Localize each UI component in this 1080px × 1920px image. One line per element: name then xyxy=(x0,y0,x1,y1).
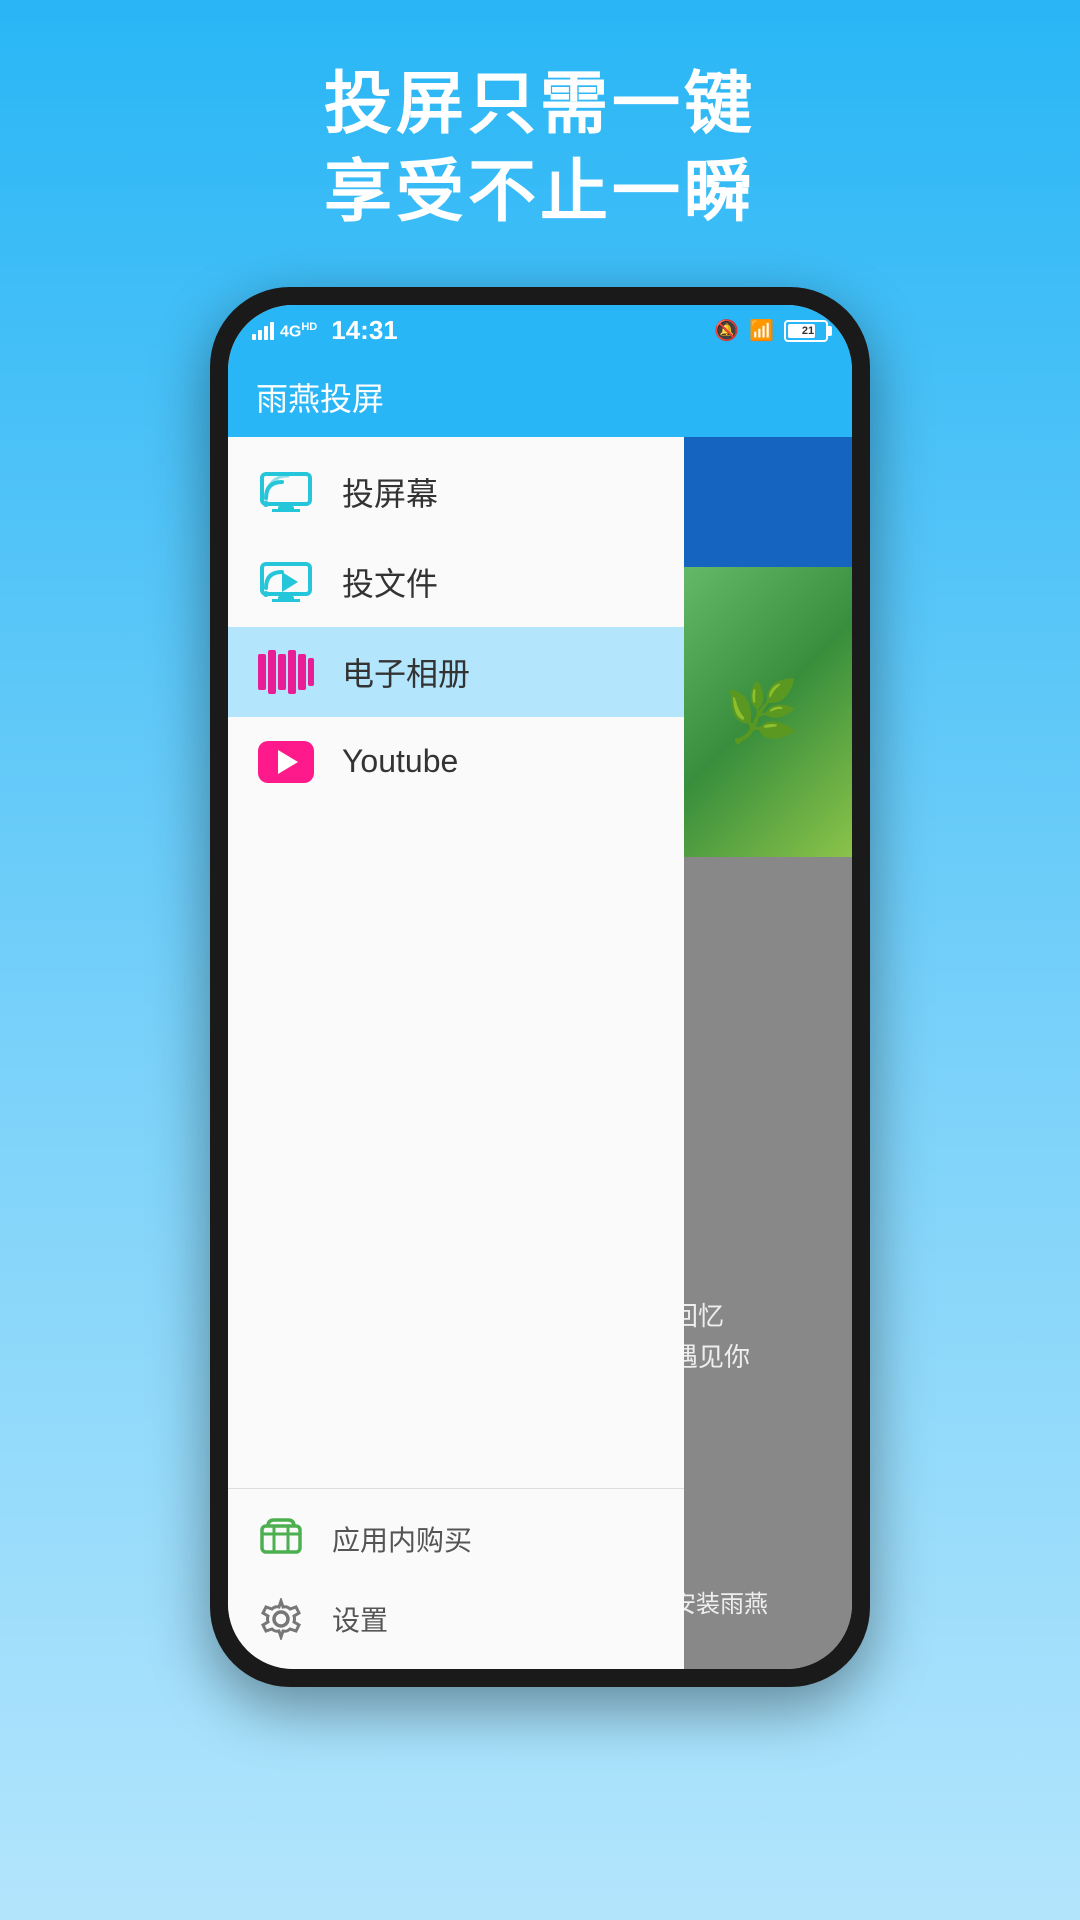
nav-drawer: 投屏幕 xyxy=(228,437,684,1669)
status-right: 🔕 📶 21 xyxy=(714,318,828,343)
bottom-label-purchase: 应用内购买 xyxy=(332,1519,472,1559)
status-left: 4GHD 14:31 xyxy=(252,315,398,346)
phone-screen: 4GHD 14:31 🔕 📶 21 雨燕投屏 xyxy=(228,305,852,1669)
menu-label-cast-file: 投文件 xyxy=(342,559,438,605)
bottom-label-settings: 设置 xyxy=(332,1599,388,1639)
status-bar: 4GHD 14:31 🔕 📶 21 xyxy=(228,305,852,357)
bell-icon: 🔕 xyxy=(714,318,739,343)
photo-album-icon xyxy=(258,644,314,700)
battery-indicator: 21 xyxy=(784,320,828,342)
drawer-bottom: 应用内购买 设置 xyxy=(228,1488,684,1669)
main-content: 🌿 回忆 遇见你 安装雨燕 xyxy=(684,437,852,1669)
menu-item-cast-screen[interactable]: 投屏幕 xyxy=(228,447,684,537)
cast-screen-icon xyxy=(258,464,314,520)
cart-icon xyxy=(258,1516,304,1562)
app-bar: 雨燕投屏 xyxy=(228,357,852,437)
bottom-item-purchase[interactable]: 应用内购买 xyxy=(228,1499,684,1579)
youtube-icon xyxy=(258,734,314,790)
install-text: 安装雨燕 xyxy=(684,1591,768,1618)
promo-line1: 投屏只需一键 xyxy=(324,60,756,148)
menu-item-photo-album[interactable]: 电子相册 xyxy=(228,627,684,717)
network-type: 4GHD xyxy=(280,321,317,341)
screen-content: 投屏幕 xyxy=(228,437,852,1669)
photo-card-image: 🌿 xyxy=(684,567,852,857)
menu-label-cast-screen: 投屏幕 xyxy=(342,469,438,515)
text-overlay: 回忆 遇见你 xyxy=(684,1286,852,1389)
app-title: 雨燕投屏 xyxy=(256,374,384,420)
gear-icon xyxy=(258,1596,304,1642)
bottom-item-settings[interactable]: 设置 xyxy=(228,1579,684,1659)
overlay-text2: 遇见你 xyxy=(684,1337,842,1379)
overlay-text1: 回忆 xyxy=(684,1296,842,1338)
menu-label-youtube: Youtube xyxy=(342,743,458,780)
install-banner: 安装雨燕 xyxy=(684,1574,852,1629)
wifi-icon: 📶 xyxy=(749,318,774,343)
drawer-menu: 投屏幕 xyxy=(228,437,684,1488)
phone-frame: 4GHD 14:31 🔕 📶 21 雨燕投屏 xyxy=(210,287,870,1687)
main-top-area xyxy=(684,437,852,567)
promo-text: 投屏只需一键 享受不止一瞬 xyxy=(324,60,756,237)
menu-item-cast-file[interactable]: 投文件 xyxy=(228,537,684,627)
menu-item-youtube[interactable]: Youtube xyxy=(228,717,684,807)
promo-line2: 享受不止一瞬 xyxy=(324,148,756,236)
menu-label-photo-album: 电子相册 xyxy=(342,649,470,695)
cast-file-icon xyxy=(258,554,314,610)
photo-card: 🌿 xyxy=(684,567,852,857)
signal-icon xyxy=(252,322,274,340)
time-display: 14:31 xyxy=(331,315,398,346)
